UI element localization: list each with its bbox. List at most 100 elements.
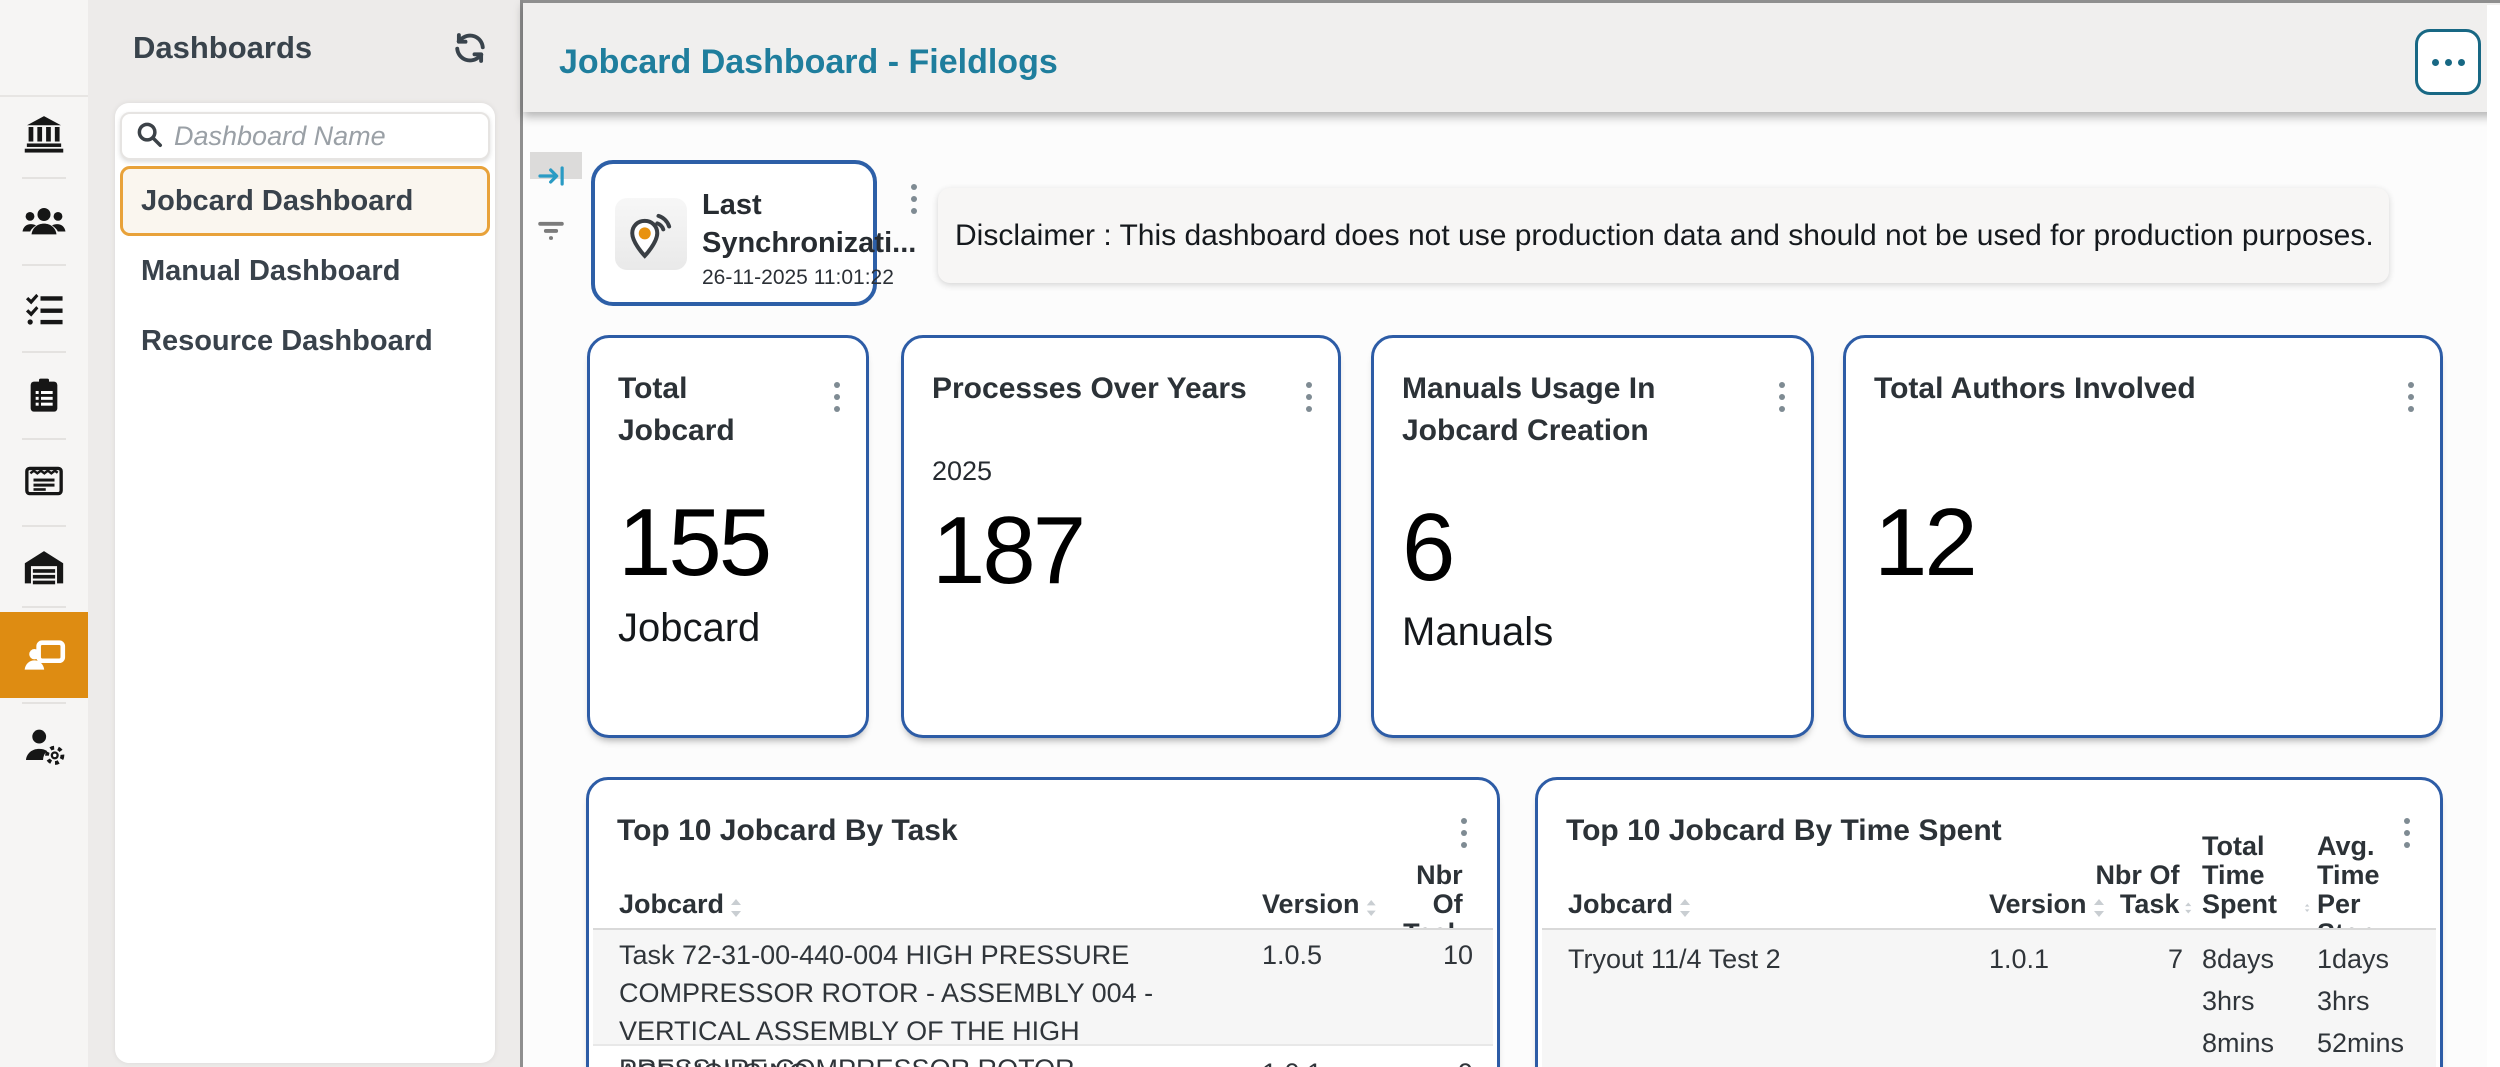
cell-avg-time: 1days 3hrs 52mins (2317, 938, 2421, 1064)
last-sync-card[interactable]: Last Synchronizati... 26-11-2025 11:01:2… (591, 160, 877, 306)
dashboard-item-label: Resource Dashboard (141, 325, 433, 358)
clipboard-icon (24, 375, 64, 415)
kpi-card-processes-over-years: Processes Over Years 2025 187 (901, 335, 1341, 738)
divider (22, 264, 66, 266)
kpi-card-total-authors: Total Authors Involved 12 (1843, 335, 2443, 738)
dashboards-header: Dashboards (88, 0, 520, 100)
kebab-menu-icon[interactable] (907, 180, 921, 218)
column-header-jobcard[interactable]: Jobcard (619, 890, 1219, 919)
kpi-title: Manuals Usage In Jobcard Creation (1402, 368, 1736, 452)
sort-icon (729, 897, 743, 919)
column-header-nbr-of-task[interactable]: Nbr Of Task (2087, 861, 2193, 919)
cell-total-time: 8days 3hrs 8mins (2202, 938, 2302, 1064)
search-input[interactable] (174, 121, 533, 152)
sidebar-item-user-settings[interactable] (0, 716, 88, 774)
disclaimer-text: Disclaimer : This dashboard does not use… (955, 219, 2374, 253)
main-header: Jobcard Dashboard - Fieldlogs (523, 0, 2500, 112)
dashboard-list-item[interactable]: Manual Dashboard (120, 236, 490, 306)
kpi-value: 187 (932, 496, 1083, 606)
disclaimer-banner: Disclaimer : This dashboard does not use… (938, 188, 2389, 283)
divider (22, 702, 66, 704)
cell-jobcard: Tryout 11/4 Test 2 (1568, 938, 1968, 980)
divider (22, 351, 66, 353)
sort-icon (1365, 897, 1377, 919)
sync-timestamp: 26-11-2025 11:01:22 (702, 266, 894, 290)
dashboard-list: Jobcard Dashboard Manual Dashboard Resou… (120, 166, 490, 376)
cell-tasks: 10 (1383, 936, 1473, 974)
kebab-menu-icon[interactable] (1775, 378, 1789, 416)
page-title: Jobcard Dashboard - Fieldlogs (559, 43, 1058, 82)
sidebar-item-warehouse[interactable] (0, 539, 88, 597)
cell-version: 1.0.1 (1989, 938, 2079, 980)
sort-icon (2184, 897, 2193, 919)
kpi-value: 155 (618, 488, 769, 598)
trainer-presentation-icon (21, 632, 67, 678)
cell-tasks: 7 (2087, 938, 2183, 980)
kebab-menu-icon[interactable] (830, 378, 844, 416)
scrollbar-track[interactable] (2487, 5, 2500, 1067)
table-card-jobcard-by-time-spent: Top 10 Jobcard By Time Spent Jobcard Ver… (1535, 777, 2443, 1067)
sidebar-item-checklist[interactable] (0, 279, 88, 337)
ellipsis-icon (2432, 59, 2465, 66)
search-box[interactable] (120, 112, 490, 160)
sync-location-icon (615, 198, 687, 270)
table-card-jobcard-by-task: Top 10 Jobcard By Task Jobcard Version N… (586, 777, 1500, 1067)
dashboard-item-label: Manual Dashboard (141, 255, 400, 288)
filter-icon[interactable] (534, 212, 568, 251)
kebab-menu-icon[interactable] (2404, 378, 2418, 416)
cell-version: 1.0.1 (1262, 1054, 1352, 1067)
sidebar-item-clipboard[interactable] (0, 366, 88, 424)
collapse-panel-icon[interactable] (536, 160, 568, 197)
sidebar-item-fieldcard[interactable] (0, 452, 88, 510)
icon-sidebar (0, 0, 88, 1067)
divider (0, 95, 88, 97)
kebab-menu-icon[interactable] (1457, 814, 1471, 852)
dashboard-list-item[interactable]: Resource Dashboard (120, 306, 490, 376)
divider (22, 606, 66, 608)
sort-icon (2304, 897, 2310, 919)
dashboard-item-label: Jobcard Dashboard (141, 185, 413, 218)
dashboards-region: Dashboards Jobcard Dashboard Manual Dash… (88, 0, 520, 1067)
refresh-icon[interactable] (452, 30, 488, 71)
user-settings-icon (21, 722, 67, 768)
task-checklist-icon (23, 287, 65, 329)
cell-version: 1.0.5 (1262, 936, 1352, 974)
divider (22, 177, 66, 179)
sync-card-title-line2: Synchronizati... (702, 227, 916, 260)
table-title: Top 10 Jobcard By Task (617, 810, 1422, 852)
cell-tasks: 9 (1383, 1054, 1473, 1067)
main-panel: Jobcard Dashboard - Fieldlogs Last Synch… (520, 0, 2500, 1067)
divider (22, 525, 66, 527)
kpi-value: 12 (1874, 488, 1975, 598)
dashboards-title: Dashboards (133, 30, 312, 66)
dashboards-panel: Jobcard Dashboard Manual Dashboard Resou… (115, 103, 495, 1063)
sort-icon (1678, 897, 1692, 919)
kpi-card-total-jobcard: Total Jobcard 155 Jobcard (587, 335, 869, 738)
search-icon (134, 119, 164, 154)
divider (22, 438, 66, 440)
cell-jobcard: AGB HOUSING (619, 1054, 1229, 1067)
kpi-unit: Manuals (1402, 610, 1553, 655)
kpi-year: 2025 (932, 456, 992, 487)
users-group-icon (21, 198, 67, 244)
sidebar-item-training-active[interactable] (0, 612, 88, 698)
kpi-unit: Jobcard (618, 606, 760, 651)
warehouse-icon (21, 545, 67, 591)
kpi-card-manuals-usage: Manuals Usage In Jobcard Creation 6 Manu… (1371, 335, 1814, 738)
column-header-total-time-spent[interactable]: Total Time Spent (2202, 832, 2310, 919)
dashboard-list-item-selected[interactable]: Jobcard Dashboard (120, 166, 490, 236)
more-menu-button[interactable] (2415, 29, 2481, 95)
column-header-version[interactable]: Version (1262, 890, 1377, 919)
sidebar-item-users[interactable] (0, 192, 88, 250)
institution-icon (23, 113, 65, 155)
cell-jobcard: Task 72-31-00-440-004 HIGH PRESSURE COMP… (619, 936, 1229, 1067)
kebab-menu-icon[interactable] (1302, 378, 1316, 416)
column-header-jobcard[interactable]: Jobcard (1568, 890, 1958, 919)
app-root: Dashboards Jobcard Dashboard Manual Dash… (0, 0, 2500, 1067)
sidebar-item-institution[interactable] (0, 105, 88, 163)
kpi-value: 6 (1402, 493, 1452, 603)
sync-card-title-line1: Last (702, 189, 762, 222)
kpi-title: Processes Over Years (932, 368, 1263, 410)
kpi-title: Total Authors Involved (1874, 368, 2365, 410)
kpi-title: Total Jobcard (618, 368, 791, 452)
